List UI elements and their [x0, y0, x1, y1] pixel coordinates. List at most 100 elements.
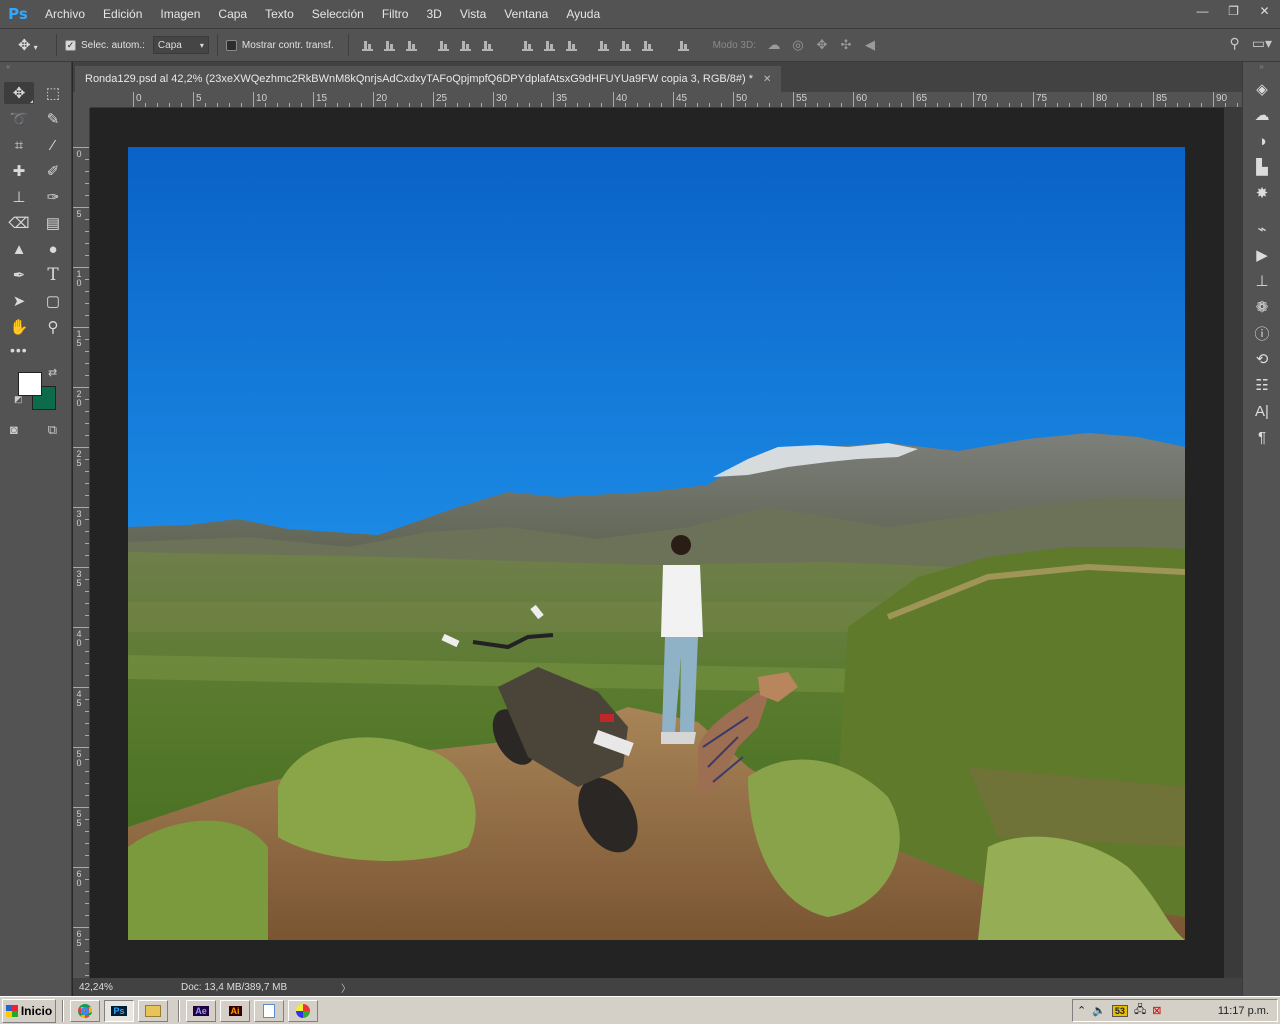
pen-tool-icon[interactable]: ✒	[4, 264, 34, 286]
auto-select-checkbox[interactable]: ✓	[65, 39, 76, 51]
distribute-top-icon[interactable]	[517, 34, 539, 56]
restore-button[interactable]: ❐	[1218, 0, 1249, 22]
healing-brush-tool-icon[interactable]: ✚	[4, 160, 34, 182]
info-icon[interactable]: ⓘ	[1243, 320, 1280, 346]
crop-tool-icon[interactable]: ⌗	[4, 134, 34, 156]
shape-tool-icon[interactable]: ▢	[38, 290, 68, 312]
lasso-tool-icon[interactable]: ➰	[4, 108, 34, 130]
vertical-scrollbar[interactable]	[1224, 108, 1242, 978]
paint-icon[interactable]	[288, 999, 318, 1022]
quick-mask-icon[interactable]: ◙	[10, 422, 18, 438]
chrome-icon[interactable]	[70, 999, 100, 1022]
network-icon[interactable]: 🖧	[1134, 1001, 1146, 1020]
swap-colors-icon[interactable]: ⇄	[48, 366, 57, 379]
roll-3d-icon[interactable]: ◎	[786, 34, 810, 56]
pan-3d-icon[interactable]: ✥	[810, 34, 834, 56]
distribute-bottom-icon[interactable]	[561, 34, 583, 56]
clock[interactable]: 11:17 p.m.	[1218, 1005, 1277, 1017]
path-select-tool-icon[interactable]: ➤	[4, 290, 34, 312]
align-right-icon[interactable]	[477, 34, 499, 56]
history-brush-tool-icon[interactable]: ✑	[38, 186, 68, 208]
ruler-horizontal[interactable]: 0 5 10 15 20 25 30 35 40 45 50 55 60 65 70 75 80 85 90	[90, 92, 1242, 108]
foreground-color[interactable]	[18, 372, 42, 396]
menu-filtro[interactable]: Filtro	[373, 0, 418, 28]
align-top-icon[interactable]	[357, 34, 379, 56]
character-icon[interactable]: A|	[1243, 398, 1280, 424]
photoshop-icon[interactable]: Ps	[104, 999, 134, 1022]
search-icon[interactable]: ⚲	[1229, 35, 1239, 52]
security-alert-icon[interactable]: ⊠	[1152, 1004, 1161, 1017]
navigator-icon[interactable]: ✸	[1243, 180, 1280, 206]
distribute-hcenter-icon[interactable]	[615, 34, 637, 56]
close-window-button[interactable]: ✕	[1249, 0, 1280, 22]
history-icon[interactable]: ⟲	[1243, 346, 1280, 372]
start-button[interactable]: Inicio	[2, 998, 56, 1023]
minimize-button[interactable]: —	[1187, 0, 1218, 22]
zoom-level[interactable]: 42,24%	[73, 982, 117, 993]
panel-collapse-icon[interactable]: «	[0, 62, 71, 74]
paragraph-icon[interactable]: ¶	[1243, 424, 1280, 450]
align-bottom-icon[interactable]	[401, 34, 423, 56]
align-left-icon[interactable]	[433, 34, 455, 56]
paths-icon[interactable]: ⌁	[1243, 216, 1280, 242]
document-image[interactable]	[128, 147, 1185, 940]
menu-3d[interactable]: 3D	[417, 0, 450, 28]
notepad-icon[interactable]	[254, 999, 284, 1022]
menu-archivo[interactable]: Archivo	[36, 0, 94, 28]
menu-texto[interactable]: Texto	[256, 0, 303, 28]
auto-select-target-dropdown[interactable]: Capa ▾	[152, 36, 209, 54]
actions-play-icon[interactable]: ▶	[1243, 242, 1280, 268]
aftereffects-icon[interactable]: Ae	[186, 999, 216, 1022]
chevron-right-icon[interactable]: 〉	[341, 980, 351, 995]
align-vcenter-icon[interactable]	[379, 34, 401, 56]
zoom-tool-icon[interactable]: ⚲	[38, 316, 68, 338]
menu-imagen[interactable]: Imagen	[151, 0, 209, 28]
distribute-left-icon[interactable]	[593, 34, 615, 56]
blur-tool-icon[interactable]: ▲	[4, 238, 34, 260]
color-icon[interactable]: ❁	[1243, 294, 1280, 320]
stamp-tool-icon[interactable]: ⊥	[4, 186, 34, 208]
menu-vista[interactable]: Vista	[451, 0, 495, 28]
illustrator-icon[interactable]: Ai	[220, 999, 250, 1022]
document-tab[interactable]: Ronda129.psd al 42,2% (23xeXWQezhmc2RkBW…	[75, 66, 782, 92]
type-tool-icon[interactable]: T	[38, 264, 68, 286]
menu-edicion[interactable]: Edición	[94, 0, 151, 28]
menu-ayuda[interactable]: Ayuda	[557, 0, 609, 28]
show-transform-checkbox[interactable]	[225, 39, 237, 51]
ruler-corner[interactable]	[73, 92, 90, 108]
panel-expand-icon[interactable]: »	[1243, 62, 1280, 76]
gradient-tool-icon[interactable]: ▤	[38, 212, 68, 234]
dodge-tool-icon[interactable]: ●	[38, 238, 68, 260]
adjustments-icon[interactable]: ◑	[1243, 128, 1280, 154]
menu-ventana[interactable]: Ventana	[495, 0, 557, 28]
camera-3d-icon[interactable]: ◀	[858, 34, 882, 56]
layers-icon[interactable]: ◈	[1243, 76, 1280, 102]
clone-source-icon[interactable]: ⊥	[1243, 268, 1280, 294]
libraries-icon[interactable]: ☁	[1243, 102, 1280, 128]
distribute-vcenter-icon[interactable]	[539, 34, 561, 56]
orbit-3d-icon[interactable]: ☁	[762, 34, 786, 56]
workspace-icon[interactable]: ▭▾	[1252, 35, 1272, 52]
hand-tool-icon[interactable]: ✋	[4, 316, 34, 338]
align-hcenter-icon[interactable]	[455, 34, 477, 56]
volume-icon[interactable]: 🔈	[1092, 1004, 1106, 1017]
close-icon[interactable]: ✕	[763, 74, 771, 85]
marquee-tool-icon[interactable]: ⬚	[38, 82, 68, 104]
ruler-vertical[interactable]: 0 5 10 15 20 25 30 35 40 45 50 55 60 65	[73, 108, 90, 978]
eraser-tool-icon[interactable]: ⌫	[4, 212, 34, 234]
move-tool-preset-icon[interactable]: ✥ ▾	[18, 36, 48, 54]
menu-capa[interactable]: Capa	[209, 0, 256, 28]
screen-mode-icon[interactable]: ⧉	[48, 422, 57, 438]
brush-tool-icon[interactable]: ✐	[38, 160, 68, 182]
move-tool-icon[interactable]: ✥	[4, 82, 34, 104]
histogram-icon[interactable]: ▙	[1243, 154, 1280, 180]
more-tools-icon[interactable]: •••	[0, 338, 71, 358]
distribute-right-icon[interactable]	[637, 34, 659, 56]
show-hidden-icons-icon[interactable]: ⌃	[1077, 1004, 1086, 1017]
explorer-icon[interactable]	[138, 999, 168, 1022]
menu-seleccion[interactable]: Selección	[303, 0, 373, 28]
eyedropper-tool-icon[interactable]: ⁄	[38, 134, 68, 156]
tray-badge[interactable]: 53	[1111, 1004, 1128, 1017]
properties-icon[interactable]: ☷	[1243, 372, 1280, 398]
quick-select-tool-icon[interactable]: ✎	[38, 108, 68, 130]
